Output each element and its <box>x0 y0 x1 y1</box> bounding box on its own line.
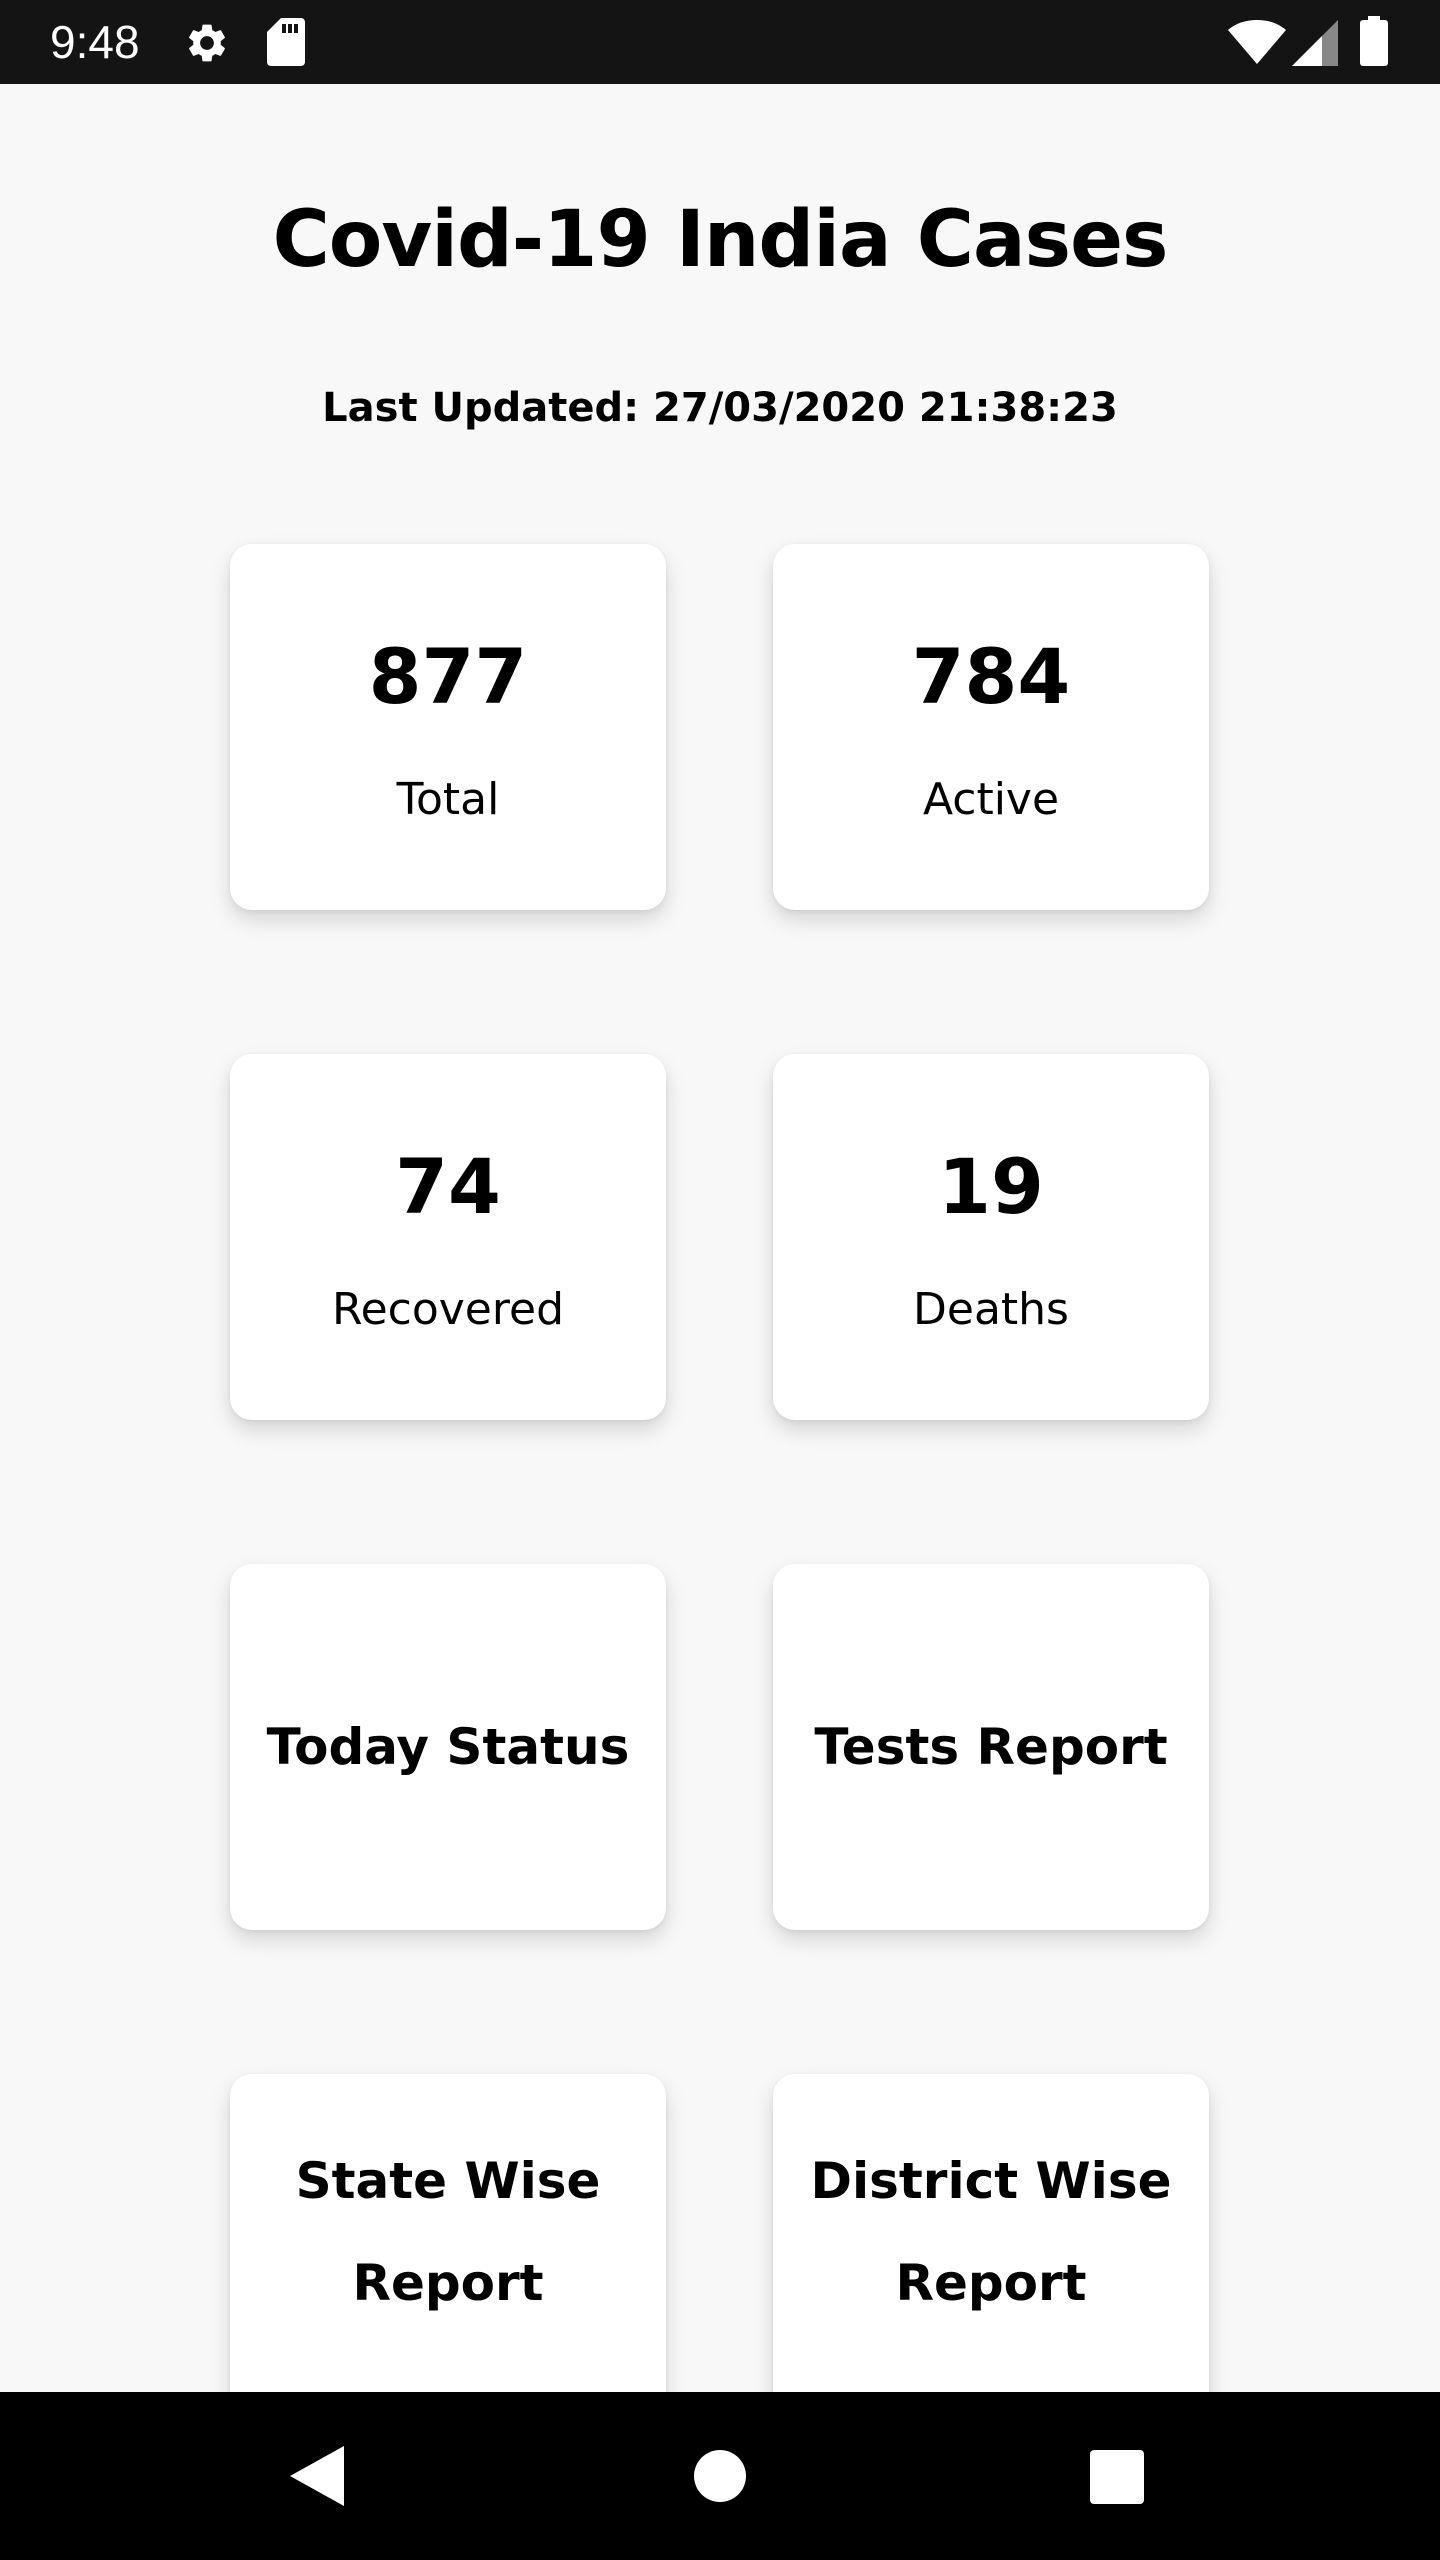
battery-icon <box>1360 16 1388 66</box>
state-wise-report-label-line1: State Wise <box>295 2152 601 2210</box>
back-icon[interactable] <box>290 2446 344 2506</box>
active-cases-value: 784 <box>911 632 1071 721</box>
recents-icon[interactable] <box>1090 2450 1144 2504</box>
active-cases-label: Active <box>922 774 1060 825</box>
total-cases-card[interactable]: 877 Total <box>230 544 666 910</box>
tests-report-label: Tests Report <box>814 1718 1168 1776</box>
state-wise-report-label-line2: Report <box>352 2254 544 2312</box>
today-status-label: Today Status <box>266 1718 630 1776</box>
deaths-value: 19 <box>938 1142 1044 1231</box>
deaths-label: Deaths <box>913 1284 1069 1335</box>
today-status-button[interactable]: Today Status <box>230 1564 666 1930</box>
total-cases-value: 877 <box>368 632 528 721</box>
status-bar: 9:48 <box>0 0 1440 84</box>
home-icon[interactable] <box>694 2450 746 2502</box>
tests-report-button[interactable]: Tests Report <box>773 1564 1209 1930</box>
cell-signal-icon <box>1292 20 1338 66</box>
total-cases-label: Total <box>396 774 500 825</box>
district-wise-report-label-line1: District Wise <box>810 2152 1172 2210</box>
navigation-bar <box>0 2392 1440 2560</box>
district-wise-report-label-line2: Report <box>895 2254 1087 2312</box>
gear-icon <box>189 24 225 62</box>
last-updated-text: Last Updated: 27/03/2020 21:38:23 <box>322 385 1118 431</box>
active-cases-card[interactable]: 784 Active <box>773 544 1209 910</box>
recovered-cases-card[interactable]: 74 Recovered <box>230 1054 666 1420</box>
sd-card-icon <box>267 18 305 66</box>
recovered-cases-value: 74 <box>395 1142 501 1231</box>
deaths-card[interactable]: 19 Deaths <box>773 1054 1209 1420</box>
state-wise-report-label: State Wise Report <box>230 2130 666 2334</box>
page-title: Covid-19 India Cases <box>272 195 1169 285</box>
status-time: 9:48 <box>50 16 140 68</box>
district-wise-report-label: District Wise Report <box>773 2130 1209 2334</box>
wifi-icon <box>1228 20 1286 64</box>
recovered-cases-label: Recovered <box>331 1284 564 1335</box>
